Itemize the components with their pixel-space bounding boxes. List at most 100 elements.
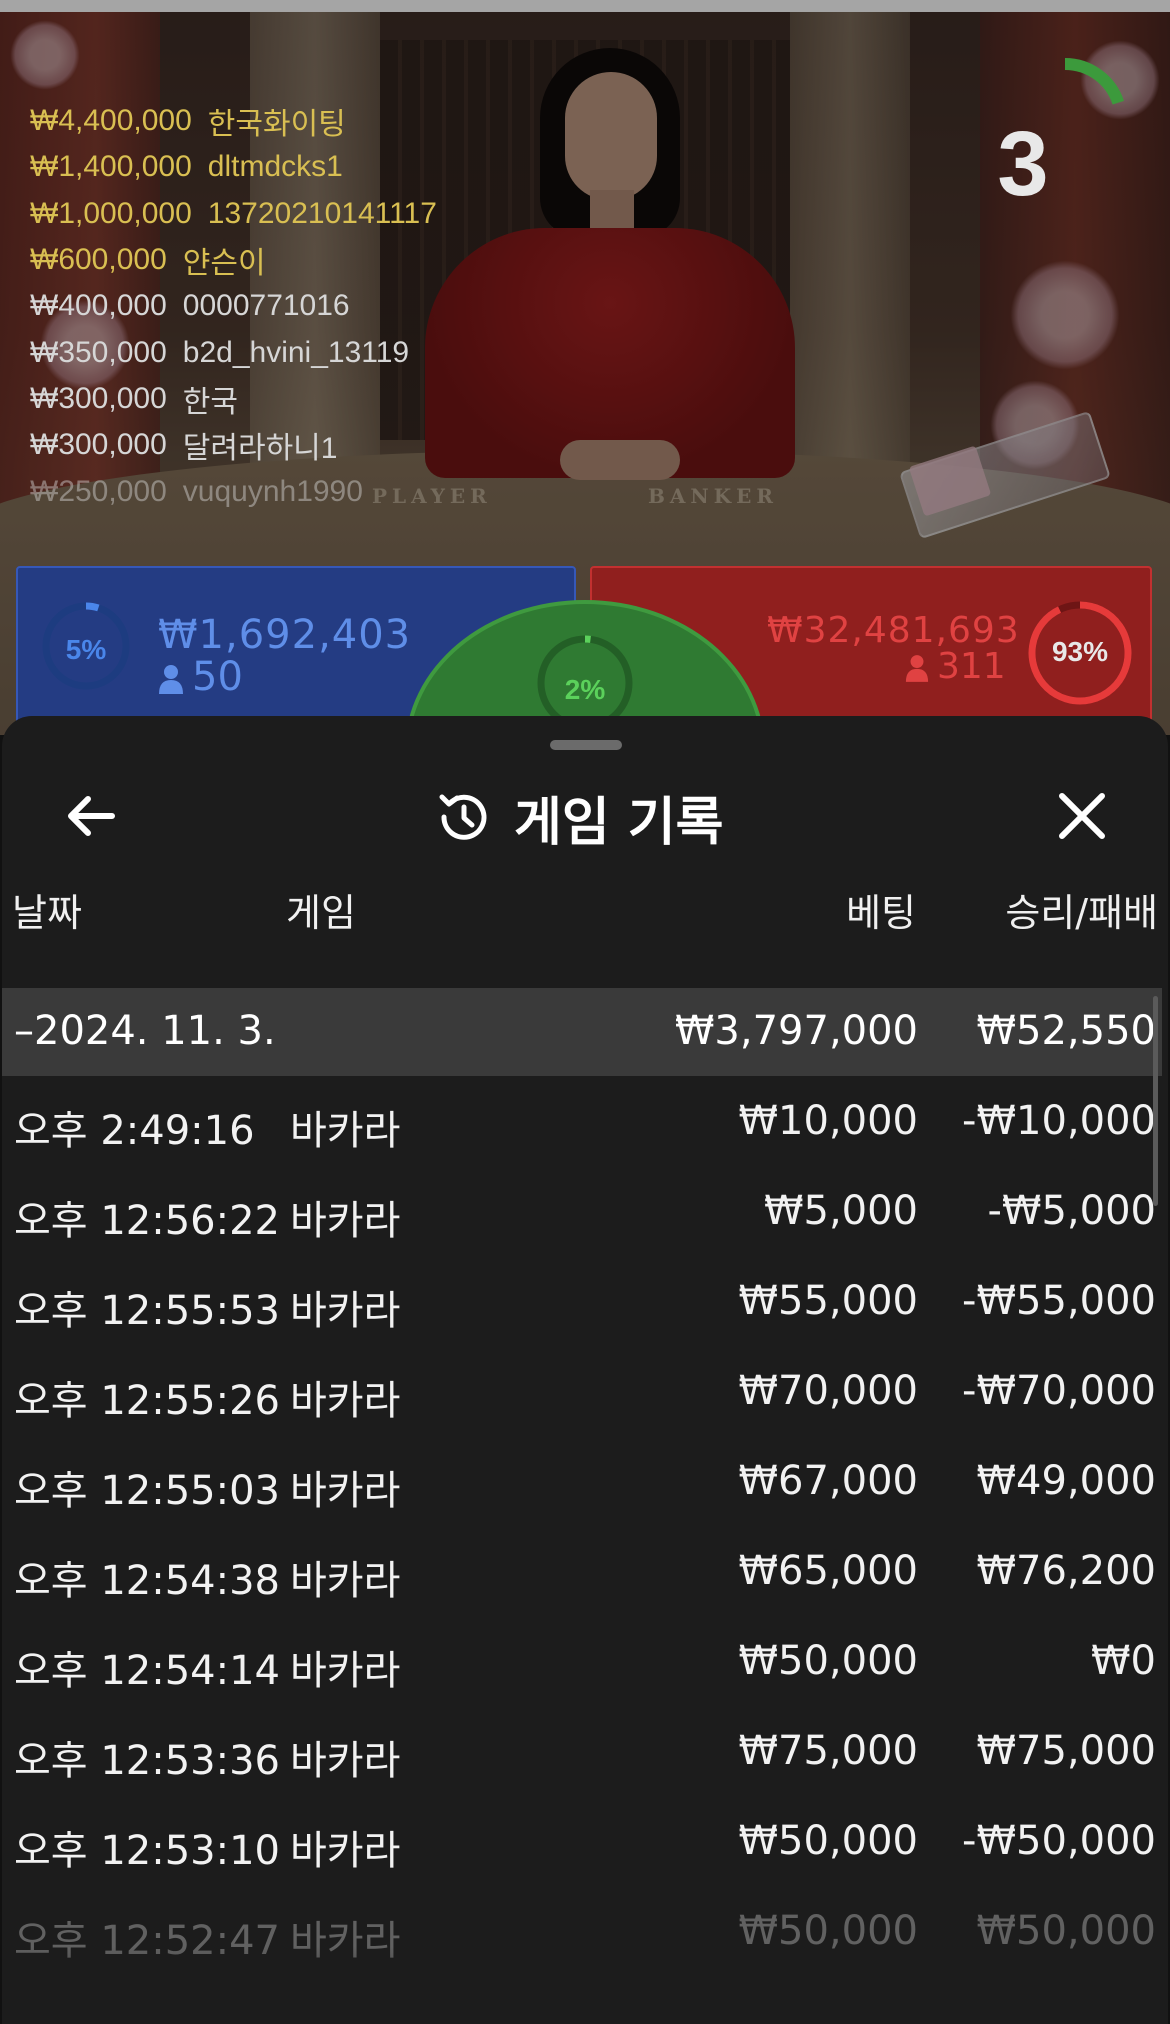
row-bet: ₩5,000: [763, 1188, 918, 1234]
row-bet: ₩65,000: [738, 1548, 918, 1594]
winner-amount: ₩4,400,000: [30, 104, 192, 138]
person-icon: [905, 655, 929, 682]
history-row[interactable]: 오후 12:53:10 바카라 ₩50,000 -₩50,000: [2, 1796, 1162, 1886]
banker-count-value: 311: [937, 646, 1006, 687]
row-bet: ₩50,000: [738, 1818, 918, 1864]
column-header-win-loss[interactable]: 승리/패배: [1005, 882, 1158, 937]
history-row[interactable]: 오후 12:55:53 바카라 ₩55,000 -₩55,000: [2, 1256, 1162, 1346]
winner-entry: ₩400,000 0000771016: [30, 283, 437, 329]
history-row[interactable]: 오후 12:54:14 바카라 ₩50,000 ₩0: [2, 1616, 1162, 1706]
row-time: 오후 12:54:14: [14, 1648, 280, 1694]
row-game: 바카라: [290, 1648, 401, 1694]
history-icon: [439, 794, 487, 840]
scrollbar[interactable]: [1153, 996, 1158, 1206]
row-win-loss: -₩50,000: [962, 1818, 1156, 1864]
winner-amount: ₩350,000: [30, 335, 167, 369]
row-game: 바카라: [290, 1288, 401, 1334]
date-summary-row[interactable]: –2024. 11. 3. ₩3,797,000 ₩52,550: [2, 988, 1162, 1076]
row-bet: ₩70,000: [738, 1368, 918, 1414]
history-rows: 오후 2:49:16 바카라 ₩10,000 -₩10,000 오후 12:56:22 바…: [2, 1076, 1162, 1976]
close-button[interactable]: [1052, 786, 1112, 846]
row-win-loss: -₩55,000: [962, 1278, 1156, 1324]
winner-name: 13720210141117: [207, 196, 437, 230]
column-header-game[interactable]: 게임: [286, 882, 356, 937]
game-history-sheet: 게임 기록 날짜 게임 베팅 승리/패배 –2024. 11. 3. ₩3,79…: [2, 716, 1168, 2024]
row-bet: ₩10,000: [738, 1098, 918, 1144]
row-win-loss: ₩0: [1091, 1638, 1156, 1684]
row-game: 바카라: [290, 1108, 401, 1154]
row-time: 오후 12:54:38: [14, 1558, 280, 1604]
winner-amount: ₩1,400,000: [30, 150, 192, 184]
row-bet: ₩55,000: [738, 1278, 918, 1324]
row-bet: ₩50,000: [738, 1638, 918, 1684]
row-game: 바카라: [290, 1468, 401, 1514]
row-game: 바카라: [290, 1828, 401, 1874]
row-time: 오후 12:53:36: [14, 1738, 280, 1784]
recent-winners-list: ₩4,400,000 한국화이팅 ₩1,400,000 dltmdcks1 ₩1,000…: [30, 98, 437, 515]
sheet-title: 게임 기록: [514, 792, 724, 853]
row-time: 오후 2:49:16: [14, 1108, 255, 1154]
history-row[interactable]: 오후 12:55:03 바카라 ₩67,000 ₩49,000: [2, 1436, 1162, 1526]
back-button[interactable]: [60, 786, 120, 846]
row-game: 바카라: [290, 1198, 401, 1244]
row-win-loss: -₩10,000: [962, 1098, 1156, 1144]
winner-amount: ₩300,000: [30, 381, 167, 415]
history-row[interactable]: 오후 12:53:36 바카라 ₩75,000 ₩75,000: [2, 1706, 1162, 1796]
row-game: 바카라: [290, 1558, 401, 1604]
row-time: 오후 12:53:10: [14, 1828, 280, 1874]
player-percent-label: 5%: [65, 634, 107, 665]
tie-percent-label: 2%: [564, 674, 606, 705]
player-count-value: 50: [192, 654, 243, 700]
row-time: 오후 12:55:26: [14, 1378, 280, 1424]
winner-entry: ₩350,000 b2d_hvini_13119: [30, 329, 437, 375]
winner-name: b2d_hvini_13119: [182, 335, 410, 369]
winner-amount: ₩250,000: [30, 474, 167, 508]
sheet-header: 게임 기록: [432, 782, 724, 853]
row-bet: ₩75,000: [738, 1728, 918, 1774]
history-row[interactable]: 오후 12:55:26 바카라 ₩70,000 -₩70,000: [2, 1346, 1162, 1436]
row-win-loss: ₩75,000: [976, 1728, 1156, 1774]
winner-entry: ₩4,400,000 한국화이팅: [30, 98, 437, 144]
list-fade-overlay: [2, 1946, 1168, 2024]
arrow-left-icon: [68, 796, 115, 836]
row-bet: ₩67,000: [738, 1458, 918, 1504]
player-bet-count: 50: [158, 654, 243, 700]
history-row[interactable]: 오후 12:56:22 바카라 ₩5,000 -₩5,000: [2, 1166, 1162, 1256]
row-win-loss: ₩49,000: [976, 1458, 1156, 1504]
winner-name: 달려라하니1: [182, 432, 338, 466]
table-header: 날짜 게임 베팅 승리/패배: [2, 882, 1168, 938]
winner-name: 한국: [182, 385, 238, 419]
countdown-timer-value: 3: [997, 113, 1049, 215]
winner-entry: ₩600,000 얀슨이: [30, 237, 437, 283]
winner-entry: ₩1,000,000 13720210141117: [30, 191, 437, 237]
row-game: 바카라: [290, 1738, 401, 1784]
winner-name: dltmdcks1: [207, 150, 343, 184]
winner-amount: ₩1,000,000: [30, 196, 192, 230]
row-time: 오후 12:56:22: [14, 1198, 280, 1244]
row-time: 오후 12:55:53: [14, 1288, 280, 1334]
sheet-drag-handle[interactable]: [550, 740, 622, 750]
row-time: 오후 12:55:03: [14, 1468, 280, 1514]
banker-bet-total: ₩32,481,693: [767, 610, 1020, 651]
winner-amount: ₩300,000: [30, 428, 167, 462]
column-header-date[interactable]: 날짜: [12, 882, 82, 937]
winner-name: 0000771016: [182, 289, 350, 323]
banker-bet-count: 311: [905, 646, 1006, 687]
history-row[interactable]: 오후 2:49:16 바카라 ₩10,000 -₩10,000: [2, 1076, 1162, 1166]
winner-amount: ₩400,000: [30, 289, 167, 323]
winner-entry: ₩1,400,000 dltmdcks1: [30, 144, 437, 190]
winner-entry: ₩300,000 한국: [30, 376, 437, 422]
close-icon: [1059, 793, 1105, 839]
winner-entry: ₩250,000 vuquynh1990: [30, 468, 437, 514]
column-header-bet[interactable]: 베팅: [846, 882, 916, 937]
winner-name: 한국화이팅: [207, 108, 346, 142]
summary-win-loss: ₩52,550: [976, 1008, 1156, 1054]
winner-name: vuquynh1990: [182, 474, 363, 508]
person-icon: [159, 665, 183, 694]
summary-bet-total: ₩3,797,000: [674, 1008, 918, 1054]
banker-percent-label: 93%: [1051, 636, 1109, 667]
row-win-loss: -₩5,000: [987, 1188, 1157, 1234]
row-win-loss: ₩76,200: [976, 1548, 1156, 1594]
player-bet-total: ₩1,692,403: [158, 612, 412, 658]
history-row[interactable]: 오후 12:54:38 바카라 ₩65,000 ₩76,200: [2, 1526, 1162, 1616]
